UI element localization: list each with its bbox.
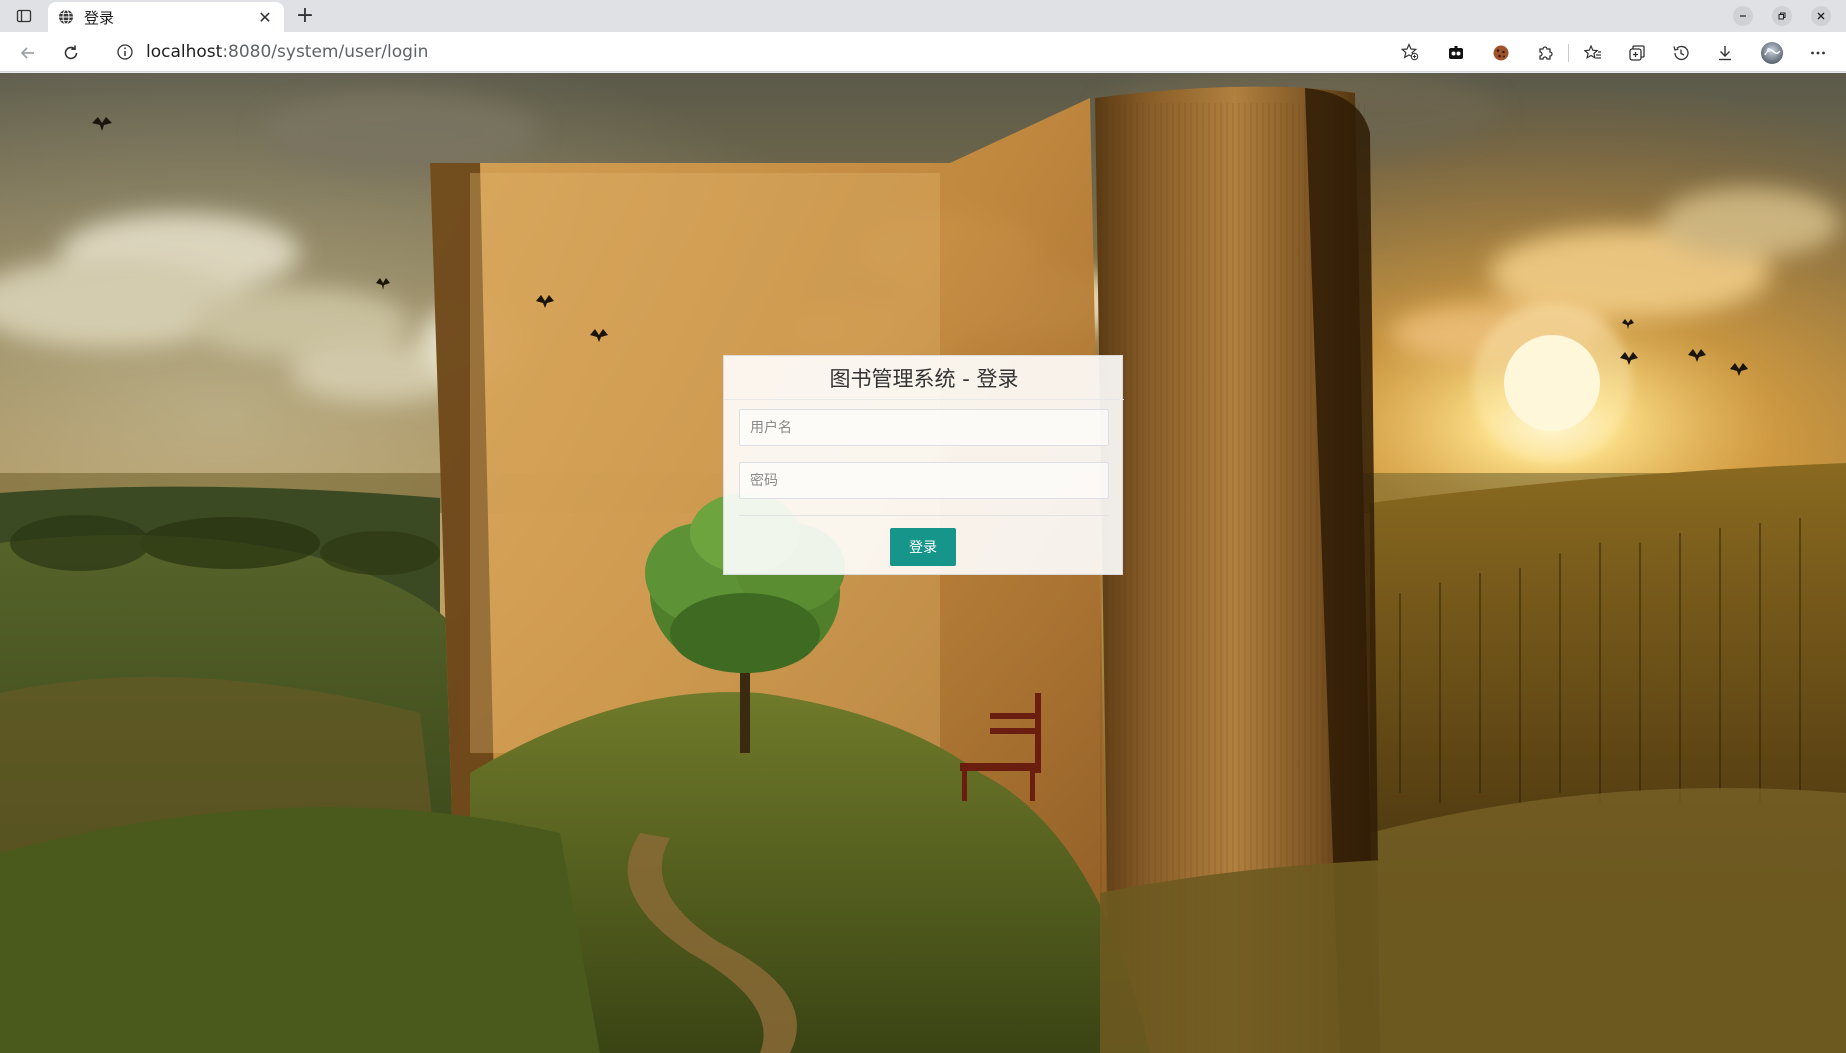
title-divider: [724, 399, 1124, 400]
profile-avatar[interactable]: [1760, 41, 1784, 65]
login-panel: 图书管理系统 - 登录 登录: [723, 355, 1124, 575]
cookie-icon[interactable]: [1491, 43, 1511, 63]
page-viewport: 图书管理系统 - 登录 登录: [0, 73, 1846, 1053]
download-icon[interactable]: [1715, 43, 1735, 63]
back-icon[interactable]: [15, 40, 41, 66]
puzzle-icon[interactable]: [1535, 43, 1555, 63]
form-divider: [739, 515, 1109, 516]
new-tab-button[interactable]: +: [294, 5, 316, 27]
history-icon[interactable]: [1671, 43, 1691, 63]
globe-icon: [59, 9, 73, 25]
info-icon[interactable]: [116, 43, 134, 61]
add-favorite-icon[interactable]: [1401, 43, 1419, 61]
tab-actions-button[interactable]: [10, 5, 38, 27]
browser-toolbar: localhost:8080/system/user/login: [0, 32, 1846, 72]
address-bar[interactable]: localhost:8080/system/user/login: [102, 36, 1427, 68]
toolbar-separator: [1568, 44, 1569, 62]
username-input[interactable]: [739, 409, 1109, 446]
tab-login[interactable]: 登录 ✕: [48, 2, 284, 32]
reload-icon[interactable]: [58, 40, 84, 66]
extension-icon[interactable]: [1446, 43, 1466, 63]
tab-close-icon[interactable]: ✕: [256, 8, 274, 27]
url-text[interactable]: localhost:8080/system/user/login: [146, 42, 428, 62]
login-button[interactable]: 登录: [890, 528, 956, 566]
minimize-icon[interactable]: [1733, 6, 1753, 26]
tab-title: 登录: [84, 8, 115, 27]
restore-icon[interactable]: [1772, 6, 1792, 26]
tab-strip: 登录 ✕ +: [0, 0, 1846, 32]
url-host: localhost: [146, 42, 223, 62]
favorites-icon[interactable]: [1583, 43, 1603, 63]
tab-actions-icon: [16, 9, 32, 23]
login-title: 图书管理系统 - 登录: [829, 367, 1019, 391]
collections-icon[interactable]: [1627, 43, 1647, 63]
close-icon[interactable]: [1811, 6, 1831, 26]
more-icon[interactable]: [1808, 43, 1828, 63]
password-input[interactable]: [739, 462, 1109, 499]
url-path: :8080/system/user/login: [222, 42, 429, 62]
browser-window: 登录 ✕ + localhost:8080/system/user/login …: [0, 0, 1846, 1053]
